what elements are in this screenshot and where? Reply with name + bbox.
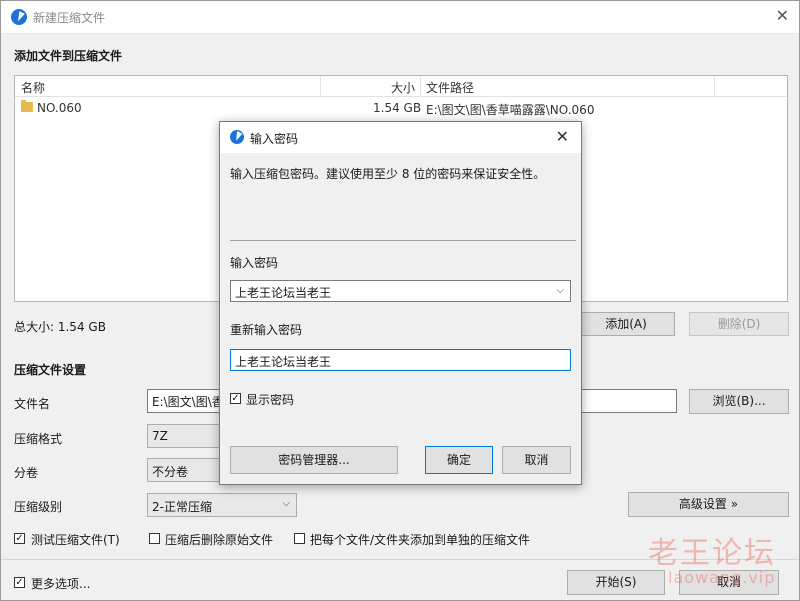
app-logo-icon bbox=[230, 130, 244, 144]
level-label: 压缩级别 bbox=[14, 500, 63, 514]
test-checkbox-label: 测试压缩文件(T) bbox=[31, 533, 120, 547]
format-select[interactable]: 7Z bbox=[147, 424, 223, 448]
reenter-password-input[interactable]: 上老王论坛当老王 bbox=[230, 349, 571, 371]
format-value: 7Z bbox=[152, 429, 168, 443]
level-value: 2-正常压缩 bbox=[152, 500, 212, 514]
column-size[interactable]: 大小 bbox=[391, 79, 415, 96]
show-password-checkbox[interactable]: ✓ bbox=[230, 393, 241, 404]
split-value: 不分卷 bbox=[152, 465, 189, 479]
file-list-header: 名称 大小 文件路径 bbox=[15, 76, 787, 97]
add-button[interactable]: 添加(A) bbox=[577, 312, 675, 336]
level-select[interactable]: 2-正常压缩 ⌵ bbox=[147, 493, 297, 517]
dialog-close-icon[interactable]: ✕ bbox=[556, 127, 569, 146]
dialog-title: 输入密码 bbox=[250, 132, 299, 146]
reenter-value: 上老王论坛当老王 bbox=[235, 355, 332, 369]
password-dialog: 输入密码 ✕ 输入压缩包密码。建议使用至少 8 位的密码来保证安全性。 输入密码… bbox=[219, 121, 582, 485]
test-checkbox[interactable]: ✓ bbox=[14, 533, 25, 544]
dialog-divider bbox=[230, 240, 576, 241]
password-label: 输入密码 bbox=[230, 256, 279, 270]
table-row[interactable]: NO.060 1.54 GB E:\图文\图\香草喵露露\NO.060 bbox=[15, 98, 787, 118]
watermark-url: laowang.vip bbox=[668, 568, 776, 587]
window-close-icon[interactable]: ✕ bbox=[776, 7, 789, 25]
row-name: NO.060 bbox=[37, 101, 82, 115]
more-options-label: 更多选项... bbox=[31, 577, 91, 591]
window-title: 新建压缩文件 bbox=[33, 11, 106, 25]
app-logo-icon bbox=[11, 9, 27, 25]
reenter-label: 重新输入密码 bbox=[230, 323, 303, 337]
advanced-settings-button[interactable]: 高级设置 » bbox=[628, 492, 789, 517]
folder-icon bbox=[21, 100, 33, 112]
format-label: 压缩格式 bbox=[14, 432, 63, 446]
column-name[interactable]: 名称 bbox=[21, 79, 45, 96]
delete-after-checkbox[interactable] bbox=[149, 533, 160, 544]
watermark-text: 老王论坛 bbox=[648, 536, 776, 571]
add-section-title: 添加文件到压缩文件 bbox=[14, 49, 123, 63]
start-button[interactable]: 开始(S) bbox=[567, 570, 665, 595]
dialog-cancel-button[interactable]: 取消 bbox=[502, 446, 571, 474]
main-titlebar: 新建压缩文件 ✕ bbox=[1, 1, 799, 34]
delete-after-label: 压缩后删除原始文件 bbox=[165, 533, 274, 547]
password-combo[interactable]: 上老王论坛当老王 ⌵ bbox=[230, 280, 571, 302]
browse-button[interactable]: 浏览(B)... bbox=[689, 389, 789, 414]
ok-button[interactable]: 确定 bbox=[425, 446, 493, 474]
filename-label: 文件名 bbox=[14, 397, 51, 411]
settings-title: 压缩文件设置 bbox=[14, 363, 87, 377]
password-manager-button[interactable]: 密码管理器... bbox=[230, 446, 398, 474]
total-size: 总大小: 1.54 GB bbox=[14, 320, 106, 334]
chevron-down-icon: ⌵ bbox=[282, 498, 290, 509]
show-password-label: 显示密码 bbox=[246, 393, 295, 407]
chevron-down-icon[interactable]: ⌵ bbox=[556, 285, 564, 296]
row-size: 1.54 GB bbox=[373, 101, 422, 115]
separate-archive-label: 把每个文件/文件夹添加到单独的压缩文件 bbox=[310, 533, 531, 547]
password-value: 上老王论坛当老王 bbox=[235, 286, 332, 300]
delete-button[interactable]: 删除(D) bbox=[689, 312, 789, 336]
split-label: 分卷 bbox=[14, 466, 39, 480]
more-options-checkbox[interactable]: ✓ bbox=[14, 577, 25, 588]
split-select[interactable]: 不分卷 bbox=[147, 458, 223, 482]
dialog-titlebar: 输入密码 ✕ bbox=[220, 122, 581, 153]
separate-archive-checkbox[interactable] bbox=[294, 533, 305, 544]
dialog-description: 输入压缩包密码。建议使用至少 8 位的密码来保证安全性。 bbox=[230, 167, 546, 181]
column-path[interactable]: 文件路径 bbox=[426, 79, 474, 96]
row-path: E:\图文\图\香草喵露露\NO.060 bbox=[426, 103, 595, 117]
